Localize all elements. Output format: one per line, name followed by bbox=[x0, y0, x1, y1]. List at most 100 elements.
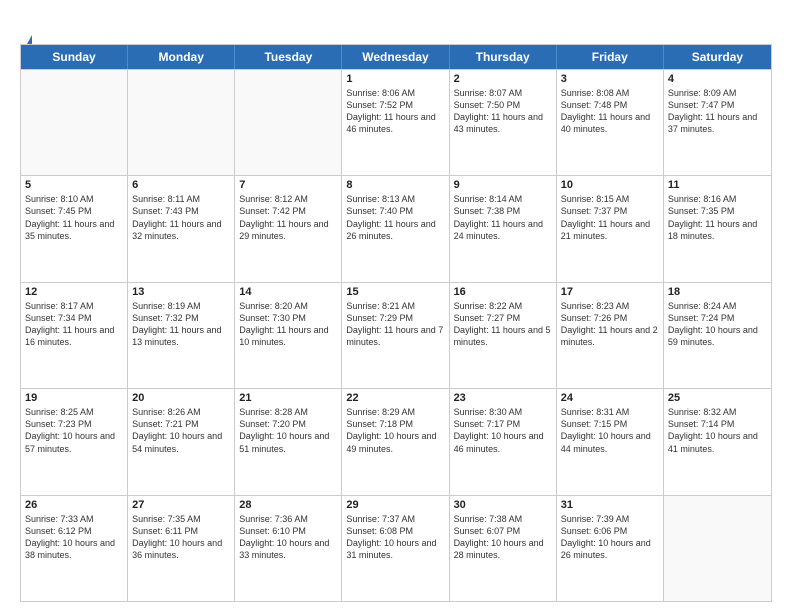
calendar-cell: 3 Sunrise: 8:08 AMSunset: 7:48 PMDaylight… bbox=[557, 70, 664, 175]
cell-date-number: 5 bbox=[25, 179, 123, 191]
calendar-cell: 20 Sunrise: 8:26 AMSunset: 7:21 PMDayligh… bbox=[128, 389, 235, 494]
header-day-wednesday: Wednesday bbox=[342, 45, 449, 69]
calendar-cell: 14 Sunrise: 8:20 AMSunset: 7:30 PMDayligh… bbox=[235, 283, 342, 388]
calendar-cell: 15 Sunrise: 8:21 AMSunset: 7:29 PMDayligh… bbox=[342, 283, 449, 388]
cell-date-number: 3 bbox=[561, 73, 659, 85]
cell-info: Sunrise: 8:23 AMSunset: 7:26 PMDaylight:… bbox=[561, 300, 659, 349]
calendar-cell: 31Sunrise: 7:39 AMSunset: 6:06 PMDayligh… bbox=[557, 496, 664, 601]
calendar-cell: 30 Sunrise: 7:38 AMSunset: 6:07 PMDayligh… bbox=[450, 496, 557, 601]
cell-date-number: 19 bbox=[25, 392, 123, 404]
calendar-cell bbox=[235, 70, 342, 175]
calendar-cell: 2 Sunrise: 8:07 AMSunset: 7:50 PMDaylight… bbox=[450, 70, 557, 175]
calendar-row-1: 5 Sunrise: 8:10 AMSunset: 7:45 PMDaylight… bbox=[21, 175, 771, 281]
cell-info: Sunrise: 8:28 AMSunset: 7:20 PMDaylight:… bbox=[239, 406, 337, 455]
cell-info: Sunrise: 7:39 AMSunset: 6:06 PMDaylight:… bbox=[561, 513, 659, 562]
cell-info: Sunrise: 8:08 AMSunset: 7:48 PMDaylight:… bbox=[561, 87, 659, 136]
calendar-header: SundayMondayTuesdayWednesdayThursdayFrid… bbox=[21, 45, 771, 69]
cell-info: Sunrise: 8:12 AMSunset: 7:42 PMDaylight:… bbox=[239, 193, 337, 242]
cell-date-number: 2 bbox=[454, 73, 552, 85]
calendar-cell: 4Sunrise: 8:09 AMSunset: 7:47 PMDaylight… bbox=[664, 70, 771, 175]
cell-info: Sunrise: 7:38 AMSunset: 6:07 PMDaylight:… bbox=[454, 513, 552, 562]
cell-info: Sunrise: 8:10 AMSunset: 7:45 PMDaylight:… bbox=[25, 193, 123, 242]
header-day-monday: Monday bbox=[128, 45, 235, 69]
cell-date-number: 6 bbox=[132, 179, 230, 191]
calendar-row-3: 19 Sunrise: 8:25 AMSunset: 7:23 PMDayligh… bbox=[21, 388, 771, 494]
cell-date-number: 27 bbox=[132, 499, 230, 511]
header-day-tuesday: Tuesday bbox=[235, 45, 342, 69]
cell-info: Sunrise: 7:36 AMSunset: 6:10 PMDaylight:… bbox=[239, 513, 337, 562]
calendar-row-4: 26 Sunrise: 7:33 AMSunset: 6:12 PMDayligh… bbox=[21, 495, 771, 601]
calendar-cell: 25 Sunrise: 8:32 AMSunset: 7:14 PMDayligh… bbox=[664, 389, 771, 494]
cell-date-number: 14 bbox=[239, 286, 337, 298]
cell-info: Sunrise: 8:26 AMSunset: 7:21 PMDaylight:… bbox=[132, 406, 230, 455]
cell-info: Sunrise: 8:19 AMSunset: 7:32 PMDaylight:… bbox=[132, 300, 230, 349]
calendar-cell bbox=[128, 70, 235, 175]
calendar-cell: 12 Sunrise: 8:17 AMSunset: 7:34 PMDayligh… bbox=[21, 283, 128, 388]
cell-info: Sunrise: 7:35 AMSunset: 6:11 PMDaylight:… bbox=[132, 513, 230, 562]
cell-info: Sunrise: 8:06 AMSunset: 7:52 PMDaylight:… bbox=[346, 87, 444, 136]
cell-date-number: 24 bbox=[561, 392, 659, 404]
cell-date-number: 16 bbox=[454, 286, 552, 298]
cell-date-number: 30 bbox=[454, 499, 552, 511]
header-day-thursday: Thursday bbox=[450, 45, 557, 69]
calendar-cell: 28Sunrise: 7:36 AMSunset: 6:10 PMDayligh… bbox=[235, 496, 342, 601]
cell-info: Sunrise: 8:13 AMSunset: 7:40 PMDaylight:… bbox=[346, 193, 444, 242]
calendar-cell: 19 Sunrise: 8:25 AMSunset: 7:23 PMDayligh… bbox=[21, 389, 128, 494]
cell-info: Sunrise: 8:15 AMSunset: 7:37 PMDaylight:… bbox=[561, 193, 659, 242]
cell-date-number: 15 bbox=[346, 286, 444, 298]
calendar-cell: 27 Sunrise: 7:35 AMSunset: 6:11 PMDayligh… bbox=[128, 496, 235, 601]
cell-date-number: 12 bbox=[25, 286, 123, 298]
cell-info: Sunrise: 8:30 AMSunset: 7:17 PMDaylight:… bbox=[454, 406, 552, 455]
cell-info: Sunrise: 7:37 AMSunset: 6:08 PMDaylight:… bbox=[346, 513, 444, 562]
calendar-row-2: 12 Sunrise: 8:17 AMSunset: 7:34 PMDayligh… bbox=[21, 282, 771, 388]
cell-info: Sunrise: 8:11 AMSunset: 7:43 PMDaylight:… bbox=[132, 193, 230, 242]
cell-info: Sunrise: 8:16 AMSunset: 7:35 PMDaylight:… bbox=[668, 193, 767, 242]
cell-date-number: 22 bbox=[346, 392, 444, 404]
cell-date-number: 17 bbox=[561, 286, 659, 298]
cell-info: Sunrise: 8:21 AMSunset: 7:29 PMDaylight:… bbox=[346, 300, 444, 349]
cell-info: Sunrise: 8:22 AMSunset: 7:27 PMDaylight:… bbox=[454, 300, 552, 349]
calendar-cell: 1 Sunrise: 8:06 AMSunset: 7:52 PMDaylight… bbox=[342, 70, 449, 175]
calendar-cell: 9 Sunrise: 8:14 AMSunset: 7:38 PMDaylight… bbox=[450, 176, 557, 281]
cell-info: Sunrise: 8:14 AMSunset: 7:38 PMDaylight:… bbox=[454, 193, 552, 242]
logo-text-block bbox=[20, 16, 32, 36]
calendar-cell: 18Sunrise: 8:24 AMSunset: 7:24 PMDayligh… bbox=[664, 283, 771, 388]
page: SundayMondayTuesdayWednesdayThursdayFrid… bbox=[0, 0, 792, 612]
calendar-cell: 29 Sunrise: 7:37 AMSunset: 6:08 PMDayligh… bbox=[342, 496, 449, 601]
calendar-cell: 10 Sunrise: 8:15 AMSunset: 7:37 PMDayligh… bbox=[557, 176, 664, 281]
cell-info: Sunrise: 7:33 AMSunset: 6:12 PMDaylight:… bbox=[25, 513, 123, 562]
cell-date-number: 8 bbox=[346, 179, 444, 191]
cell-date-number: 9 bbox=[454, 179, 552, 191]
calendar-cell: 16 Sunrise: 8:22 AMSunset: 7:27 PMDayligh… bbox=[450, 283, 557, 388]
calendar-cell: 24 Sunrise: 8:31 AMSunset: 7:15 PMDayligh… bbox=[557, 389, 664, 494]
header-day-saturday: Saturday bbox=[664, 45, 771, 69]
cell-date-number: 25 bbox=[668, 392, 767, 404]
cell-date-number: 10 bbox=[561, 179, 659, 191]
cell-date-number: 11 bbox=[668, 179, 767, 191]
calendar-cell: 7 Sunrise: 8:12 AMSunset: 7:42 PMDaylight… bbox=[235, 176, 342, 281]
cell-date-number: 13 bbox=[132, 286, 230, 298]
cell-date-number: 26 bbox=[25, 499, 123, 511]
logo bbox=[20, 16, 32, 36]
cell-date-number: 1 bbox=[346, 73, 444, 85]
cell-date-number: 29 bbox=[346, 499, 444, 511]
cell-info: Sunrise: 8:07 AMSunset: 7:50 PMDaylight:… bbox=[454, 87, 552, 136]
header bbox=[20, 16, 772, 36]
calendar: SundayMondayTuesdayWednesdayThursdayFrid… bbox=[20, 44, 772, 602]
calendar-cell: 5 Sunrise: 8:10 AMSunset: 7:45 PMDaylight… bbox=[21, 176, 128, 281]
calendar-cell bbox=[664, 496, 771, 601]
cell-date-number: 7 bbox=[239, 179, 337, 191]
calendar-cell: 23Sunrise: 8:30 AMSunset: 7:17 PMDayligh… bbox=[450, 389, 557, 494]
cell-info: Sunrise: 8:32 AMSunset: 7:14 PMDaylight:… bbox=[668, 406, 767, 455]
cell-info: Sunrise: 8:25 AMSunset: 7:23 PMDaylight:… bbox=[25, 406, 123, 455]
cell-date-number: 20 bbox=[132, 392, 230, 404]
calendar-cell: 22Sunrise: 8:29 AMSunset: 7:18 PMDayligh… bbox=[342, 389, 449, 494]
cell-info: Sunrise: 8:17 AMSunset: 7:34 PMDaylight:… bbox=[25, 300, 123, 349]
cell-info: Sunrise: 8:31 AMSunset: 7:15 PMDaylight:… bbox=[561, 406, 659, 455]
cell-info: Sunrise: 8:20 AMSunset: 7:30 PMDaylight:… bbox=[239, 300, 337, 349]
calendar-cell: 21Sunrise: 8:28 AMSunset: 7:20 PMDayligh… bbox=[235, 389, 342, 494]
calendar-cell: 8 Sunrise: 8:13 AMSunset: 7:40 PMDaylight… bbox=[342, 176, 449, 281]
header-day-sunday: Sunday bbox=[21, 45, 128, 69]
calendar-body: 1 Sunrise: 8:06 AMSunset: 7:52 PMDaylight… bbox=[21, 69, 771, 601]
calendar-cell: 26 Sunrise: 7:33 AMSunset: 6:12 PMDayligh… bbox=[21, 496, 128, 601]
